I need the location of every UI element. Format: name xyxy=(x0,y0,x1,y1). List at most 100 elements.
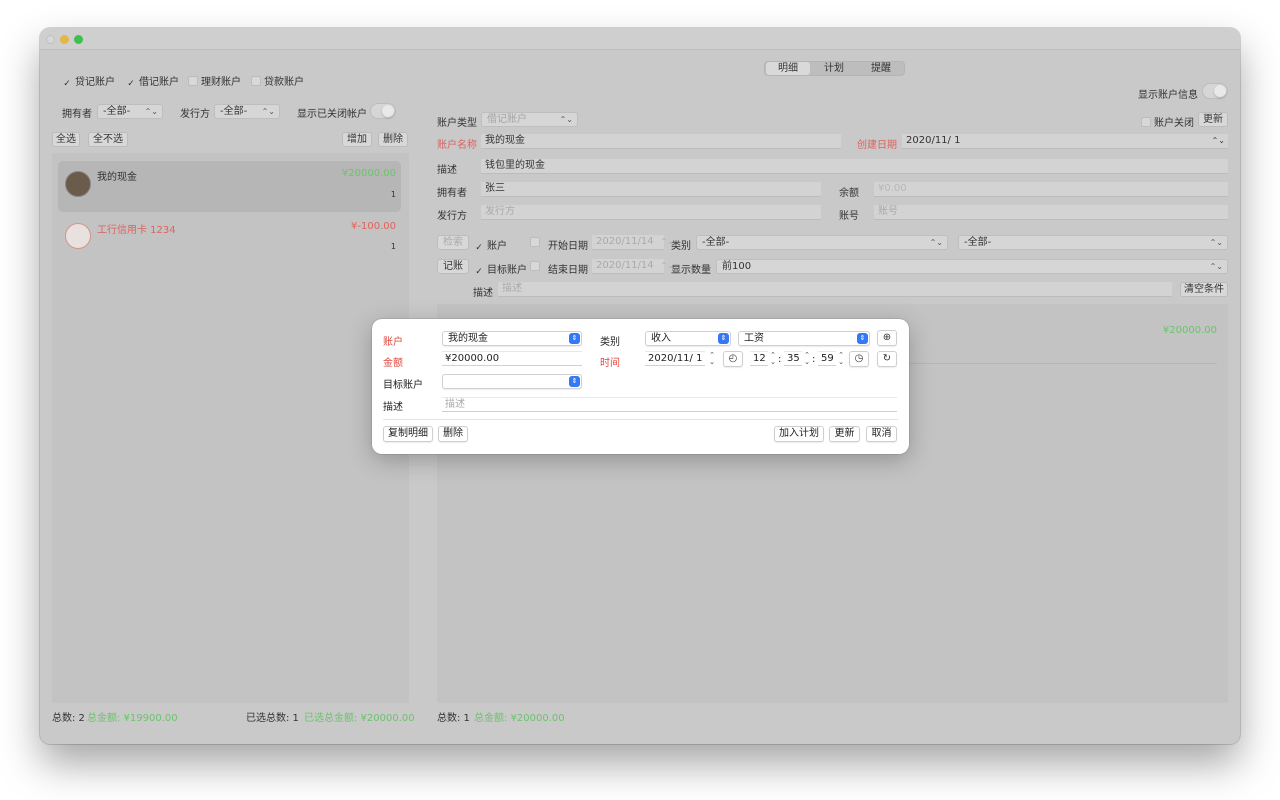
issuer-select[interactable]: -全部- ⌃⌄ xyxy=(214,104,280,119)
updown-arrow-icon: ⇕ xyxy=(569,333,580,344)
account-name-field[interactable]: 我的现金 xyxy=(481,134,841,149)
dialog-amount-field[interactable]: ¥20000.00 xyxy=(442,351,582,366)
dialog-description-field[interactable]: 描述 xyxy=(442,397,897,412)
dialog-cancel-button[interactable]: 取消 xyxy=(866,426,897,442)
tab-plan[interactable]: 计划 xyxy=(812,62,856,75)
clock-picker-icon[interactable]: ◷ xyxy=(849,351,869,367)
owner-label: 拥有者 xyxy=(62,109,92,120)
account-owner-label: 拥有者 xyxy=(437,188,467,199)
clear-conditions-button[interactable]: 清空条件 xyxy=(1180,282,1228,297)
account-closed-checkbox[interactable]: 账户关闭 xyxy=(1141,114,1194,129)
account-card[interactable]: 工行信用卡 1234 ¥-100.00 1 xyxy=(58,215,401,255)
checkbox-icon xyxy=(530,261,540,271)
calendar-picker-icon[interactable]: ◴ xyxy=(723,351,743,367)
account-count: 1 xyxy=(390,242,396,251)
created-date-label: 创建日期 xyxy=(857,140,897,151)
owner-select[interactable]: -全部- ⌃⌄ xyxy=(97,104,163,119)
start-date-label: 开始日期 xyxy=(548,241,588,252)
target-account-checkbox[interactable]: ✓ 目标账户 xyxy=(474,261,527,277)
account-type-select[interactable]: 借记账户 ⌃⌄ xyxy=(481,112,578,127)
select-all-button[interactable]: 全选 xyxy=(52,132,80,147)
category-filter-label: 类别 xyxy=(671,241,691,252)
stepper-icon[interactable]: ⌃⌄ xyxy=(1212,134,1225,148)
close-window-button[interactable] xyxy=(46,35,55,44)
zoom-window-button[interactable] xyxy=(74,35,83,44)
account-filter-checkbox[interactable]: ✓ 账户 xyxy=(474,237,507,253)
dialog-target-select[interactable]: ⇕ xyxy=(442,374,582,389)
account-amount: ¥-100.00 xyxy=(351,221,396,232)
dialog-category-select[interactable]: 收入 ⇕ xyxy=(645,331,731,346)
dialog-amount-label: 金额 xyxy=(383,358,403,369)
show-closed-toggle[interactable] xyxy=(370,103,396,119)
end-date-checkbox[interactable] xyxy=(530,261,543,273)
checkbox-icon xyxy=(251,76,261,86)
update-account-button[interactable]: 更新 xyxy=(1198,112,1228,127)
select-none-button[interactable]: 全不选 xyxy=(88,132,128,147)
filter-credit-account[interactable]: ✓ 贷记账户 xyxy=(62,73,115,89)
dialog-second-field[interactable]: 59 xyxy=(818,351,836,366)
title-bar xyxy=(40,28,1240,50)
dialog-divider xyxy=(383,419,898,420)
second-stepper-icon[interactable]: ⌃ ⌄ xyxy=(837,352,845,366)
search-button[interactable]: 检索 xyxy=(437,235,469,250)
account-issuer-label: 发行方 xyxy=(437,211,467,222)
created-date-field[interactable]: 2020/11/ 1 ⌃⌄ xyxy=(902,134,1228,149)
time-colon: : xyxy=(812,354,816,365)
account-list[interactable]: 我的现金 ¥20000.00 1 工行信用卡 1234 ¥-100.00 1 xyxy=(52,153,409,703)
minute-stepper-icon[interactable]: ⌃ ⌄ xyxy=(803,352,811,366)
display-count-select[interactable]: 前100 ⌃⌄ xyxy=(716,259,1228,274)
account-type-label: 账户类型 xyxy=(437,118,477,129)
account-issuer-field[interactable]: 发行方 xyxy=(481,205,821,220)
show-account-info-toggle[interactable] xyxy=(1202,83,1228,99)
dialog-delete-button[interactable]: 删除 xyxy=(438,426,468,442)
delete-account-button[interactable]: 删除 xyxy=(378,132,408,147)
filter-description-label: 描述 xyxy=(473,288,493,299)
updown-arrow-icon: ⌃⌄ xyxy=(929,238,943,247)
dialog-target-label: 目标账户 xyxy=(383,380,423,391)
subcategory-filter-select[interactable]: -全部- ⌃⌄ xyxy=(958,235,1228,250)
dialog-minute-field[interactable]: 35 xyxy=(784,351,802,366)
hour-stepper-icon[interactable]: ⌃ ⌄ xyxy=(769,352,777,366)
add-category-icon[interactable]: ⊕ xyxy=(877,330,897,346)
add-account-button[interactable]: 增加 xyxy=(342,132,372,147)
filter-loan-account[interactable]: 贷款账户 xyxy=(251,73,304,88)
category-filter-select[interactable]: -全部- ⌃⌄ xyxy=(696,235,948,250)
account-card-selected[interactable]: 我的现金 ¥20000.00 1 xyxy=(58,161,401,212)
tab-reminder[interactable]: 提醒 xyxy=(858,62,904,75)
minimize-window-button[interactable] xyxy=(60,35,69,44)
end-date-field[interactable]: 2020/11/14 ⌃⌄ xyxy=(592,259,674,274)
dialog-time-label: 时间 xyxy=(600,358,620,369)
checkbox-icon xyxy=(1141,117,1151,127)
description-label: 描述 xyxy=(437,165,457,176)
filter-debit-account[interactable]: ✓ 借记账户 xyxy=(126,73,179,89)
dialog-hour-field[interactable]: 12 xyxy=(750,351,768,366)
transaction-edit-dialog: 账户 我的现金 ⇕ 类别 收入 ⇕ 工资 ⇕ ⊕ 金额 ¥20000.00 时间 20… xyxy=(372,319,909,454)
right-footer-total: 总数: 1 xyxy=(437,713,470,724)
refresh-time-icon[interactable]: ↻ xyxy=(877,351,897,367)
filter-description-field[interactable]: 描述 xyxy=(498,282,1172,297)
start-date-field[interactable]: 2020/11/14 ⌃⌄ xyxy=(592,235,674,250)
account-owner-field[interactable]: 张三 xyxy=(481,182,821,197)
add-to-plan-button[interactable]: 加入计划 xyxy=(774,426,824,442)
dialog-account-select[interactable]: 我的现金 ⇕ xyxy=(442,331,582,346)
account-number-field[interactable]: 账号 xyxy=(874,205,1228,220)
copy-detail-button[interactable]: 复制明细 xyxy=(383,426,433,442)
left-footer-selected: 已选总数: 1 xyxy=(246,713,299,724)
tab-detail[interactable]: 明细 xyxy=(766,62,810,75)
dialog-date-field[interactable]: 2020/11/ 1 xyxy=(645,351,705,366)
post-entry-button[interactable]: 记账 xyxy=(437,259,469,274)
show-closed-label: 显示已关闭帐户 xyxy=(297,109,367,120)
left-footer-selected-amount: 已选总金额: ¥20000.00 xyxy=(304,713,415,724)
updown-arrow-icon: ⌃⌄ xyxy=(144,107,158,116)
start-date-checkbox[interactable] xyxy=(530,237,543,249)
time-colon: : xyxy=(778,354,782,365)
checkmark-icon: ✓ xyxy=(127,79,135,89)
filter-finance-account[interactable]: 理财账户 xyxy=(188,73,241,88)
dialog-update-button[interactable]: 更新 xyxy=(829,426,860,442)
dialog-subcategory-select[interactable]: 工资 ⇕ xyxy=(738,331,870,346)
date-stepper-icon[interactable]: ⌃ ⌄ xyxy=(708,352,716,366)
description-field[interactable]: 钱包里的现金 xyxy=(481,159,1228,174)
balance-label: 余额 xyxy=(839,188,859,199)
display-count-label: 显示数量 xyxy=(671,265,711,276)
updown-arrow-icon: ⇕ xyxy=(569,376,580,387)
